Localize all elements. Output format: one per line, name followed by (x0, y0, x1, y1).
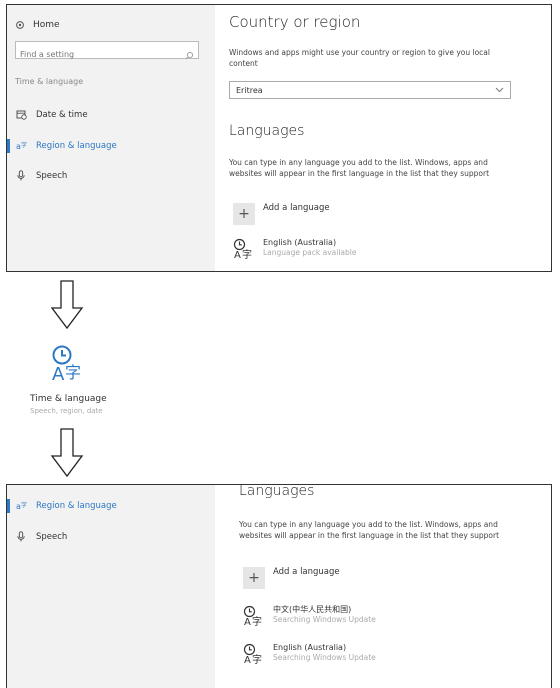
active-indicator (7, 499, 10, 513)
language-list-item[interactable]: A字 中文(中华人民共和国) Searching Windows Update (243, 605, 376, 628)
microphone-icon (15, 531, 27, 542)
sidebar-item-speech[interactable]: Speech (15, 170, 67, 181)
sidebar-item-label: Speech (36, 531, 68, 542)
gear-icon (15, 15, 25, 34)
tile-subtitle: Speech, region, date (30, 407, 103, 415)
languages-heading: Languages (239, 484, 315, 499)
sidebar-item-label: Region & language (36, 140, 117, 151)
sidebar: a字 Region & language Speech (7, 485, 215, 688)
section-label: Time & language (15, 77, 84, 86)
add-language-label: Add a language (273, 567, 340, 577)
svg-text:A: A (244, 617, 251, 627)
language-icon: A字 (243, 643, 265, 666)
svg-text:字: 字 (242, 248, 252, 260)
down-arrow-icon (50, 428, 84, 478)
search-icon[interactable] (185, 45, 194, 64)
sidebar-item-date-time[interactable]: Date & time (15, 109, 88, 120)
sidebar-item-speech[interactable]: Speech (15, 531, 67, 542)
country-heading: Country or region (229, 13, 361, 31)
language-icon: A字 (233, 238, 255, 261)
svg-text:字: 字 (252, 653, 262, 665)
sidebar-item-region-language[interactable]: a字 Region & language (15, 140, 117, 152)
plus-icon: + (233, 203, 255, 225)
chevron-down-icon (495, 86, 504, 95)
svg-text:A: A (244, 655, 251, 665)
microphone-icon (15, 170, 27, 181)
calendar-clock-icon (15, 109, 27, 120)
country-dropdown[interactable]: Eritrea (229, 81, 511, 99)
plus-icon: + (243, 567, 265, 589)
country-description: Windows and apps might use your country … (229, 48, 490, 68)
sidebar: Home Time & language Date & time a字 (7, 5, 215, 271)
add-language-label: Add a language (263, 203, 330, 213)
screenshot-canvas: Home Time & language Date & time a字 (0, 0, 560, 688)
languages-heading: Languages (229, 123, 305, 139)
add-language-button[interactable]: + Add a language (229, 203, 330, 225)
region-language-icon: a字 (15, 140, 27, 151)
language-status: Language pack available (263, 248, 357, 257)
down-arrow-icon (50, 280, 84, 330)
add-language-button[interactable]: + Add a language (239, 567, 340, 589)
language-list-item[interactable]: A字 English (Australia) Language pack ava… (233, 238, 357, 261)
language-status: Searching Windows Update (273, 615, 376, 624)
language-name: English (Australia) (263, 238, 337, 247)
svg-text:字: 字 (21, 501, 27, 509)
country-value: Eritrea (236, 86, 263, 95)
svg-text:字: 字 (252, 615, 262, 627)
search-input[interactable] (16, 46, 184, 63)
settings-window-languages: a字 Region & language Speech Languages Yo… (6, 484, 552, 688)
svg-text:A: A (234, 250, 241, 260)
sidebar-item-label: Region & language (36, 500, 117, 511)
svg-text:字: 字 (65, 363, 81, 382)
languages-description: You can type in any language you add to … (229, 158, 490, 178)
region-language-icon: a字 (15, 500, 27, 511)
home-label: Home (33, 19, 60, 30)
languages-description: You can type in any language you add to … (239, 520, 500, 540)
active-indicator (7, 139, 10, 153)
settings-content: Country or region Windows and apps might… (229, 5, 539, 271)
language-status: Searching Windows Update (273, 653, 376, 662)
svg-text:字: 字 (21, 141, 27, 149)
language-icon: A字 (243, 605, 265, 628)
language-name: English (Australia) (273, 643, 347, 652)
search-box[interactable] (15, 41, 199, 63)
settings-content: Languages You can type in any language y… (239, 485, 539, 688)
svg-text:A: A (52, 364, 65, 384)
home-nav-item[interactable]: Home (15, 15, 60, 34)
sidebar-item-label: Date & time (36, 109, 88, 120)
language-list-item[interactable]: A字 English (Australia) Searching Windows… (243, 643, 376, 666)
sidebar-item-label: Speech (36, 170, 68, 181)
language-name: 中文(中华人民共和国) (273, 605, 352, 614)
settings-window-region: Home Time & language Date & time a字 (6, 4, 552, 272)
sidebar-item-region-language[interactable]: a字 Region & language (15, 500, 117, 512)
tile-title: Time & language (30, 394, 107, 404)
time-language-icon: A 字 (52, 345, 81, 384)
